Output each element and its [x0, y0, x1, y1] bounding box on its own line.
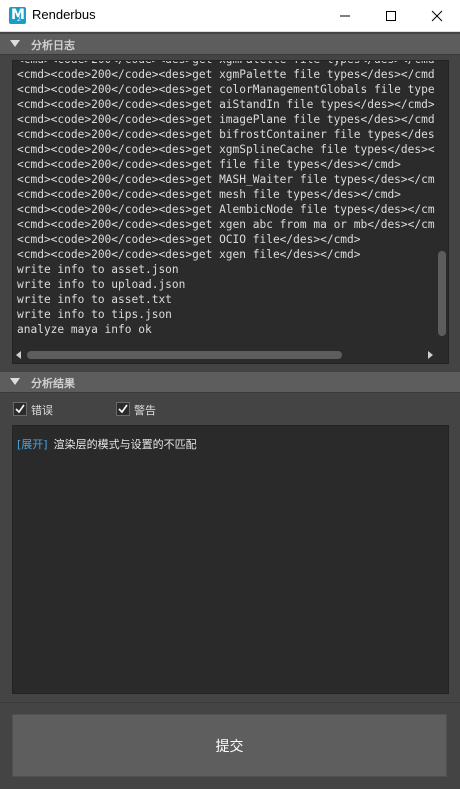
- title-bar: M 2 Renderbus: [0, 0, 460, 32]
- warning-filter-checkbox[interactable]: [116, 402, 130, 416]
- log-line: <cmd><code>200</code><des>get file file …: [17, 158, 401, 171]
- log-line: write info to tips.json: [17, 308, 172, 321]
- analysis-log-panel[interactable]: <cmd><code>200</code><des>get xgmPalette…: [12, 60, 449, 364]
- log-line: <cmd><code>200</code><des>get AlembicNod…: [17, 203, 435, 216]
- collapse-arrow-icon[interactable]: [10, 40, 20, 47]
- log-line: write info to upload.json: [17, 278, 186, 291]
- warning-filter-label: 警告: [134, 404, 156, 417]
- log-line: <cmd><code>200</code><des>get xgen abc f…: [17, 218, 435, 231]
- log-line: <cmd><code>200</code><des>get colorManag…: [17, 83, 435, 96]
- close-icon: [431, 10, 443, 21]
- log-line: write info to asset.txt: [17, 293, 172, 306]
- expand-link[interactable]: [展开]: [17, 438, 48, 451]
- vertical-scroll-thumb[interactable]: [438, 251, 446, 336]
- close-button[interactable]: [414, 0, 460, 31]
- result-message: 渲染层的模式与设置的不匹配: [53, 438, 197, 451]
- log-line: <cmd><code>200</code><des>get xgmPalette…: [17, 61, 435, 67]
- collapse-arrow-icon[interactable]: [10, 378, 20, 385]
- horizontal-scrollbar[interactable]: [13, 348, 436, 362]
- analysis-log-header[interactable]: 分析日志: [0, 34, 460, 55]
- analysis-log-title: 分析日志: [31, 39, 75, 52]
- log-line: <cmd><code>200</code><des>get imagePlane…: [17, 113, 435, 126]
- scroll-left-icon[interactable]: [16, 351, 21, 359]
- minimize-button[interactable]: [322, 0, 368, 31]
- log-line: <cmd><code>200</code><des>get xgmSplineC…: [17, 143, 435, 156]
- analysis-result-header[interactable]: 分析结果: [0, 372, 460, 393]
- minimize-icon: [340, 15, 350, 16]
- scroll-right-icon[interactable]: [428, 351, 433, 359]
- window-title: Renderbus: [32, 7, 96, 22]
- log-line: <cmd><code>200</code><des>get bifrostCon…: [17, 128, 435, 141]
- analysis-result-title: 分析结果: [31, 377, 75, 390]
- maximize-icon: [386, 10, 396, 21]
- log-line: analyze maya info ok: [17, 323, 152, 336]
- submit-button[interactable]: 提交: [12, 714, 447, 777]
- log-line: <cmd><code>200</code><des>get mesh file …: [17, 188, 401, 201]
- error-filter-label: 错误: [31, 404, 53, 417]
- footer-divider: [0, 702, 460, 703]
- result-item: [展开] 渲染层的模式与设置的不匹配: [17, 436, 197, 452]
- maximize-button[interactable]: [368, 0, 414, 31]
- log-line: <cmd><code>200</code><des>get xgen file<…: [17, 248, 361, 261]
- log-line: <cmd><code>200</code><des>get aiStandIn …: [17, 98, 435, 111]
- horizontal-scroll-thumb[interactable]: [27, 351, 342, 359]
- checkmark-icon: [15, 404, 25, 414]
- logo-version: 2: [17, 16, 21, 23]
- log-text[interactable]: <cmd><code>200</code><des>get xgmPalette…: [17, 61, 435, 342]
- log-line: <cmd><code>200</code><des>get xgmPalette…: [17, 68, 435, 81]
- maya-logo-icon: M 2: [9, 7, 26, 24]
- vertical-scrollbar[interactable]: [436, 61, 448, 348]
- checkmark-icon: [118, 404, 128, 414]
- log-line: <cmd><code>200</code><des>get MASH_Waite…: [17, 173, 435, 186]
- log-line: write info to asset.json: [17, 263, 179, 276]
- analysis-result-panel[interactable]: [展开] 渲染层的模式与设置的不匹配: [12, 425, 449, 694]
- log-line: <cmd><code>200</code><des>get OCIO file<…: [17, 233, 361, 246]
- error-filter-checkbox[interactable]: [13, 402, 27, 416]
